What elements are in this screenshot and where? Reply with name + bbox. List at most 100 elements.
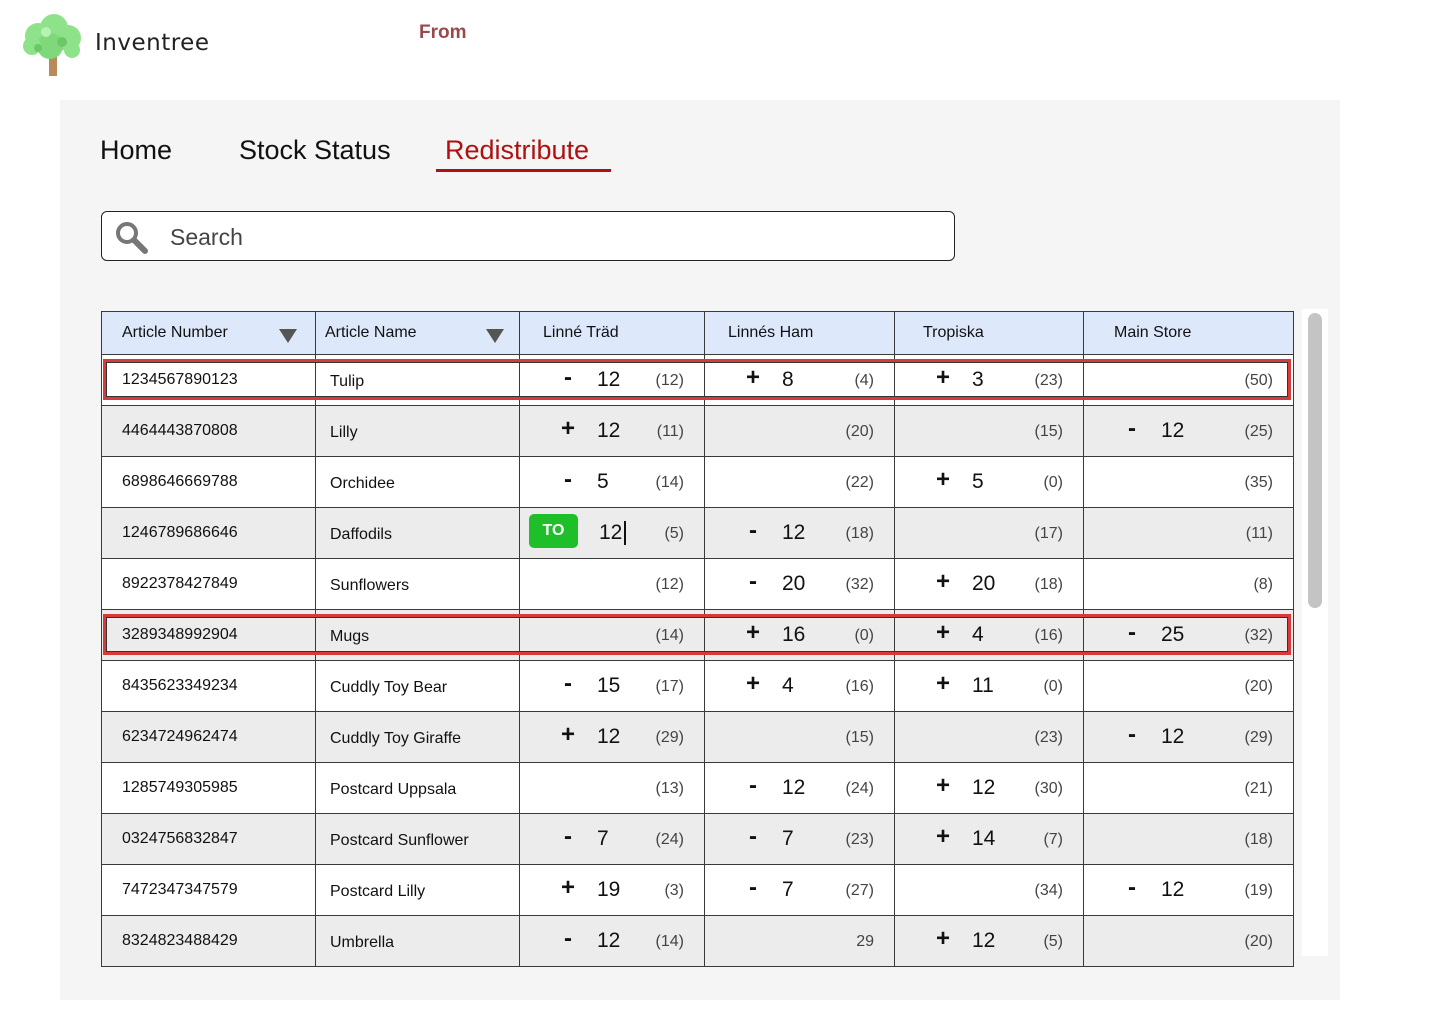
column-header-article-number[interactable]: Article Number: [101, 311, 316, 355]
store-quantity-cell[interactable]: -5 (14): [519, 456, 705, 508]
to-button[interactable]: TO: [529, 514, 578, 548]
store-quantity-cell[interactable]: (17): [894, 507, 1084, 559]
transfer-quantity[interactable]: 14: [972, 827, 1004, 851]
store-quantity-cell[interactable]: -12 (18): [704, 507, 895, 559]
store-quantity-cell[interactable]: -12 (19): [1083, 864, 1294, 916]
store-quantity-cell[interactable]: +11 (0): [894, 660, 1084, 712]
store-quantity-cell[interactable]: -12 (14): [519, 915, 705, 967]
store-quantity-cell[interactable]: (15): [894, 405, 1084, 457]
plus-toggle[interactable]: +: [560, 415, 576, 443]
store-quantity-cell[interactable]: (20): [704, 405, 895, 457]
minus-toggle[interactable]: -: [560, 466, 576, 494]
store-quantity-cell[interactable]: (15): [704, 711, 895, 763]
store-quantity-cell[interactable]: (12): [519, 558, 705, 610]
transfer-quantity[interactable]: 7: [782, 827, 814, 851]
transfer-quantity[interactable]: 8: [782, 368, 814, 392]
tab-stock-status[interactable]: Stock Status: [239, 135, 391, 166]
plus-toggle[interactable]: +: [935, 568, 951, 596]
store-quantity-cell[interactable]: (22): [704, 456, 895, 508]
transfer-quantity[interactable]: 12: [1161, 725, 1193, 749]
store-quantity-cell[interactable]: +12 (29): [519, 711, 705, 763]
store-quantity-cell[interactable]: (34): [894, 864, 1084, 916]
transfer-quantity[interactable]: 25: [1161, 623, 1193, 647]
store-quantity-cell[interactable]: (20): [1083, 915, 1294, 967]
store-quantity-cell[interactable]: -12 (12): [519, 354, 705, 406]
store-quantity-cell[interactable]: +3 (23): [894, 354, 1084, 406]
minus-toggle[interactable]: -: [560, 670, 576, 698]
plus-toggle[interactable]: +: [745, 619, 761, 647]
transfer-quantity[interactable]: 12: [972, 776, 1004, 800]
transfer-quantity[interactable]: 12: [782, 776, 814, 800]
store-quantity-cell[interactable]: -7 (24): [519, 813, 705, 865]
store-quantity-cell[interactable]: -12 (25): [1083, 405, 1294, 457]
search-input[interactable]: [168, 220, 932, 254]
store-quantity-cell[interactable]: +16 (0): [704, 609, 895, 661]
store-quantity-cell[interactable]: (20): [1083, 660, 1294, 712]
transfer-quantity[interactable]: 3: [972, 368, 1004, 392]
minus-toggle[interactable]: -: [560, 823, 576, 851]
store-quantity-cell[interactable]: +14 (7): [894, 813, 1084, 865]
search-box[interactable]: [101, 211, 955, 261]
transfer-quantity[interactable]: 20: [972, 572, 1004, 596]
store-quantity-cell[interactable]: +4 (16): [894, 609, 1084, 661]
minus-toggle[interactable]: -: [1124, 415, 1140, 443]
store-quantity-cell[interactable]: +19 (3): [519, 864, 705, 916]
sort-dropdown-icon[interactable]: [486, 329, 504, 343]
plus-toggle[interactable]: +: [745, 364, 761, 392]
transfer-quantity[interactable]: 12: [972, 929, 1004, 953]
store-quantity-cell[interactable]: (8): [1083, 558, 1294, 610]
store-quantity-cell[interactable]: -7 (27): [704, 864, 895, 916]
transfer-quantity[interactable]: 12: [597, 929, 629, 953]
store-quantity-cell[interactable]: -7 (23): [704, 813, 895, 865]
plus-toggle[interactable]: +: [560, 874, 576, 902]
transfer-quantity[interactable]: 12: [1161, 878, 1193, 902]
sort-dropdown-icon[interactable]: [279, 329, 297, 343]
minus-toggle[interactable]: -: [745, 772, 761, 800]
plus-toggle[interactable]: +: [935, 772, 951, 800]
transfer-quantity[interactable]: 12: [782, 521, 814, 545]
store-quantity-cell[interactable]: -15 (17): [519, 660, 705, 712]
minus-toggle[interactable]: -: [745, 874, 761, 902]
transfer-quantity[interactable]: 11: [972, 674, 1004, 698]
transfer-quantity[interactable]: 12: [597, 419, 629, 443]
store-quantity-cell[interactable]: -12 (29): [1083, 711, 1294, 763]
store-quantity-cell[interactable]: (21): [1083, 762, 1294, 814]
transfer-quantity[interactable]: 7: [782, 878, 814, 902]
minus-toggle[interactable]: -: [745, 517, 761, 545]
store-quantity-cell[interactable]: (13): [519, 762, 705, 814]
plus-toggle[interactable]: +: [935, 466, 951, 494]
plus-toggle[interactable]: +: [935, 925, 951, 953]
transfer-quantity[interactable]: 5: [972, 470, 1004, 494]
store-quantity-cell[interactable]: +8 (4): [704, 354, 895, 406]
store-quantity-cell[interactable]: (14): [519, 609, 705, 661]
store-quantity-cell[interactable]: +20 (18): [894, 558, 1084, 610]
transfer-quantity[interactable]: 4: [782, 674, 814, 698]
transfer-quantity[interactable]: 5: [597, 470, 629, 494]
store-quantity-cell[interactable]: +12 (11): [519, 405, 705, 457]
transfer-quantity[interactable]: 16: [782, 623, 814, 647]
transfer-quantity[interactable]: 7: [597, 827, 629, 851]
minus-toggle[interactable]: -: [1124, 721, 1140, 749]
minus-toggle[interactable]: -: [560, 925, 576, 953]
transfer-quantity[interactable]: 12: [1161, 419, 1193, 443]
store-quantity-cell[interactable]: (23): [894, 711, 1084, 763]
plus-toggle[interactable]: +: [745, 670, 761, 698]
transfer-quantity[interactable]: 20: [782, 572, 814, 596]
transfer-quantity[interactable]: 15: [597, 674, 629, 698]
quantity-input[interactable]: 12: [599, 521, 627, 546]
store-quantity-cell[interactable]: (18): [1083, 813, 1294, 865]
tab-home[interactable]: Home: [100, 135, 172, 166]
minus-toggle[interactable]: -: [560, 364, 576, 392]
minus-toggle[interactable]: -: [745, 823, 761, 851]
plus-toggle[interactable]: +: [935, 670, 951, 698]
minus-toggle[interactable]: -: [1124, 619, 1140, 647]
transfer-quantity[interactable]: 19: [597, 878, 629, 902]
transfer-quantity[interactable]: 12: [597, 725, 629, 749]
plus-toggle[interactable]: +: [935, 364, 951, 392]
scrollbar-thumb[interactable]: [1308, 313, 1322, 608]
store-quantity-cell[interactable]: +12 (30): [894, 762, 1084, 814]
transfer-quantity[interactable]: 12: [597, 368, 629, 392]
store-quantity-cell[interactable]: -25 (32): [1083, 609, 1294, 661]
store-quantity-cell[interactable]: 29: [704, 915, 895, 967]
store-quantity-cell[interactable]: (11): [1083, 507, 1294, 559]
